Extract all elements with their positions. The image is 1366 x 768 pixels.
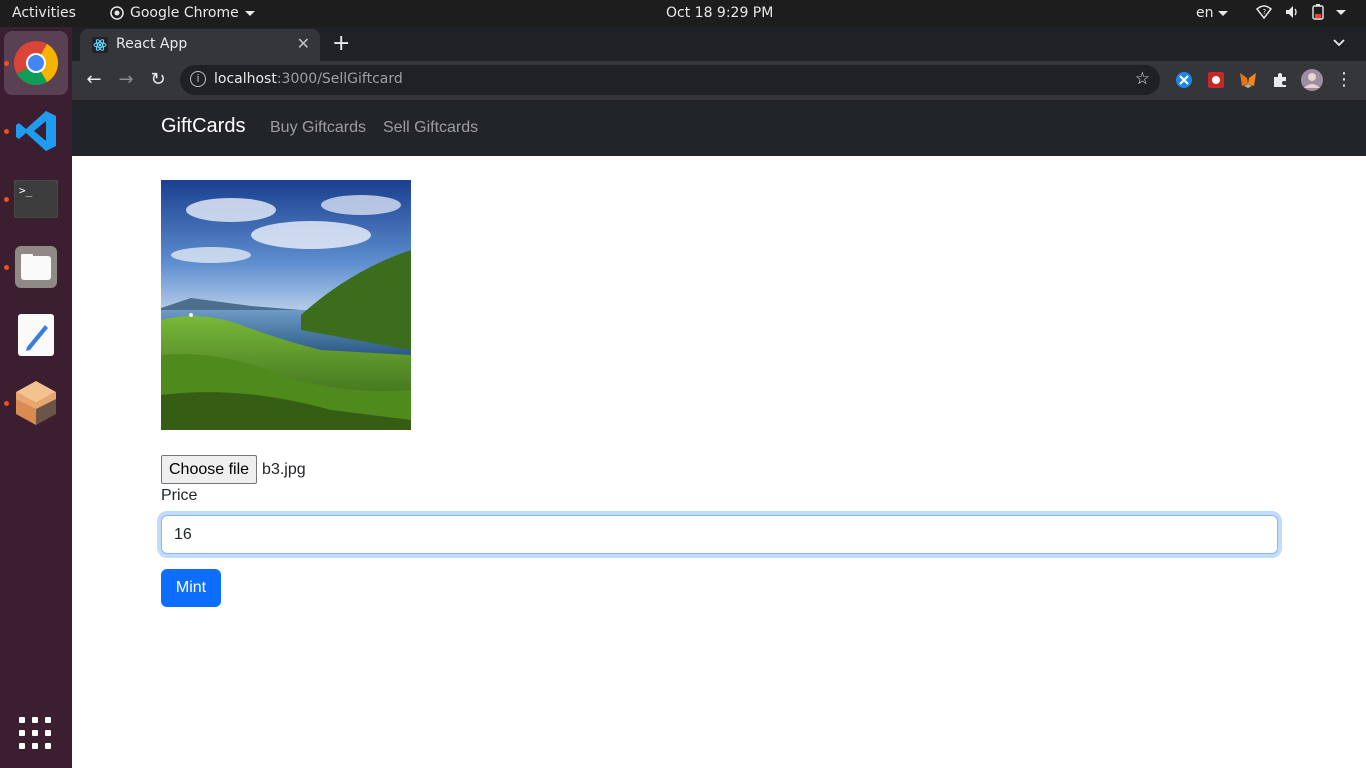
url-host: localhost xyxy=(214,71,277,87)
react-icon xyxy=(92,37,108,53)
running-indicator xyxy=(4,401,9,406)
forward-icon[interactable]: → xyxy=(116,70,136,90)
chevron-down-icon xyxy=(244,10,255,16)
package-icon xyxy=(16,381,56,425)
app-menu[interactable]: Google Chrome xyxy=(110,5,255,21)
url-path: :3000/SellGiftcard xyxy=(276,71,403,87)
show-applications-icon[interactable] xyxy=(19,717,53,751)
dock: >_ xyxy=(0,27,72,768)
avatar[interactable] xyxy=(1301,69,1323,91)
svg-text:>_: >_ xyxy=(19,184,33,197)
app-navbar: GiftCards Buy Giftcards Sell Giftcards xyxy=(72,100,1366,156)
site-info-icon[interactable]: i xyxy=(190,71,206,87)
close-icon[interactable]: ✕ xyxy=(297,34,310,53)
files-icon xyxy=(15,246,57,288)
svg-text:?: ? xyxy=(1263,8,1267,16)
bookmark-star-icon[interactable]: ☆ xyxy=(1135,69,1150,89)
clock[interactable]: Oct 18 9:29 PM xyxy=(666,5,773,21)
address-bar[interactable]: i localhost:3000/SellGiftcard ☆ xyxy=(180,65,1160,95)
tab-search-icon[interactable] xyxy=(1332,35,1346,49)
extension-blue-icon[interactable] xyxy=(1174,70,1194,90)
file-input: Choose file b3.jpg xyxy=(161,455,306,484)
dock-terminal[interactable]: >_ xyxy=(4,167,68,231)
browser-window: React App ✕ + ← → ↻ i localhost:3000/Sel… xyxy=(72,27,1366,768)
new-tab-button[interactable]: + xyxy=(332,31,350,56)
giftcard-image-preview xyxy=(161,180,411,430)
vscode-icon xyxy=(16,111,56,151)
metamask-icon[interactable] xyxy=(1238,70,1258,90)
choose-file-button[interactable]: Choose file xyxy=(161,455,258,484)
dock-vscode[interactable] xyxy=(4,99,68,163)
mint-button[interactable]: Mint xyxy=(161,569,221,607)
web-page: GiftCards Buy Giftcards Sell Giftcards C… xyxy=(72,100,1366,768)
back-icon[interactable]: ← xyxy=(84,70,104,90)
dock-package[interactable] xyxy=(4,371,68,435)
chevron-down-icon xyxy=(1217,10,1228,16)
battery-icon xyxy=(1312,4,1324,20)
tab-title: React App xyxy=(116,36,188,52)
chevron-down-icon xyxy=(1336,9,1346,15)
system-top-bar: Activities Google Chrome Oct 18 9:29 PM … xyxy=(0,0,1366,27)
volume-icon xyxy=(1286,6,1297,18)
navbar-brand[interactable]: GiftCards xyxy=(161,115,245,138)
extension-red-icon[interactable] xyxy=(1206,70,1226,90)
terminal-icon: >_ xyxy=(14,180,58,218)
language-selector[interactable]: en xyxy=(1196,5,1228,21)
reload-icon[interactable]: ↻ xyxy=(148,70,168,90)
running-indicator xyxy=(4,129,9,134)
nav-link-buy-giftcards[interactable]: Buy Giftcards xyxy=(270,119,366,137)
extensions-puzzle-icon[interactable] xyxy=(1270,70,1290,90)
running-indicator xyxy=(4,197,9,202)
dock-text-editor[interactable] xyxy=(4,303,68,367)
dock-files[interactable] xyxy=(4,235,68,299)
tab-react-app[interactable]: React App ✕ xyxy=(80,29,320,61)
chrome-small-icon xyxy=(110,6,124,20)
tab-strip: React App ✕ + xyxy=(72,27,1366,61)
activities-button[interactable]: Activities xyxy=(12,5,76,21)
price-label: Price xyxy=(161,487,198,504)
text-editor-icon xyxy=(18,314,54,356)
system-tray[interactable]: ? xyxy=(1256,4,1346,20)
landscape-image xyxy=(161,180,411,430)
network-icon: ? xyxy=(1256,5,1272,20)
url-text: localhost:3000/SellGiftcard xyxy=(214,71,403,87)
browser-toolbar: ← → ↻ i localhost:3000/SellGiftcard ☆ ⋮ xyxy=(72,61,1366,100)
kebab-menu-icon[interactable]: ⋮ xyxy=(1334,70,1354,90)
running-indicator xyxy=(4,265,9,270)
price-input[interactable] xyxy=(161,515,1278,554)
selected-file-name: b3.jpg xyxy=(262,460,306,478)
app-menu-label: Google Chrome xyxy=(130,5,239,21)
chrome-icon xyxy=(14,41,58,85)
language-label: en xyxy=(1196,5,1214,21)
desktop: Activities Google Chrome Oct 18 9:29 PM … xyxy=(0,0,1366,768)
running-indicator xyxy=(4,61,9,66)
nav-link-sell-giftcards[interactable]: Sell Giftcards xyxy=(383,119,478,137)
dock-chrome[interactable] xyxy=(4,31,68,95)
